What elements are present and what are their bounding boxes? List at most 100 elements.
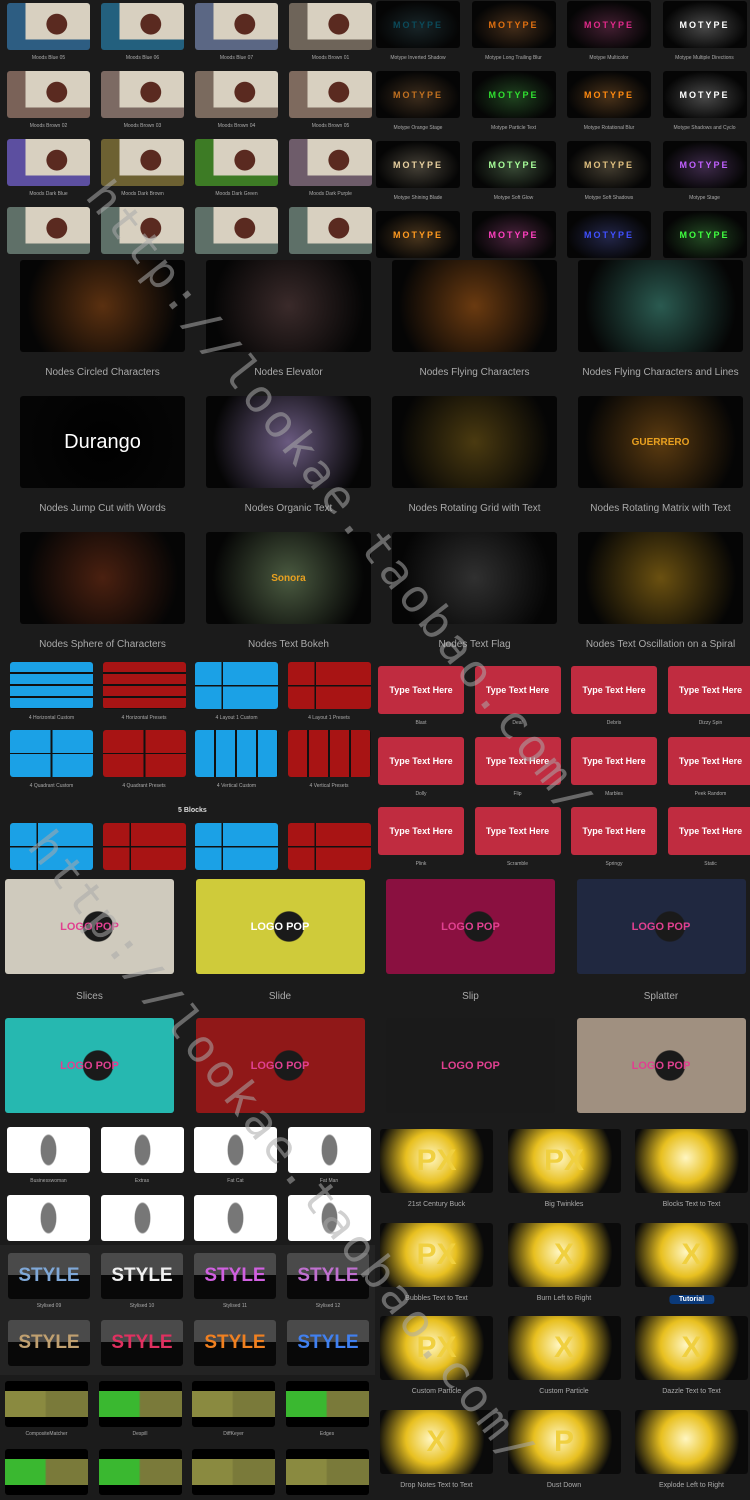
characters-item[interactable]: Businesswoman bbox=[7, 1127, 90, 1190]
logo-item[interactable]: LOGO POP Slices bbox=[5, 879, 174, 1003]
px-item[interactable]: X Drop Notes Text to Text bbox=[380, 1409, 493, 1494]
characters-item[interactable] bbox=[287, 1195, 371, 1245]
moods-item[interactable] bbox=[195, 207, 278, 258]
moods-item[interactable]: Moods Brown 05 bbox=[289, 71, 372, 135]
nodes-item[interactable]: Nodes Text Oscillation on a Spiral bbox=[578, 532, 743, 651]
typetext-item[interactable]: Type Text Here Marbles bbox=[571, 736, 657, 803]
style-item[interactable]: STYLE Stylised 11 bbox=[194, 1253, 276, 1315]
motype-item[interactable]: MOTYPE Motype Long Trailing Blur bbox=[471, 1, 556, 67]
typetext-item[interactable]: Type Text Here Flip bbox=[474, 736, 561, 803]
motype-item[interactable]: MOTYPE Motype Inverted Shadow bbox=[376, 1, 460, 67]
nodes-item[interactable]: Nodes Flying Characters and Lines bbox=[578, 260, 743, 379]
moods-item[interactable]: Moods Blue 05 bbox=[7, 3, 90, 67]
px-item[interactable]: X Tutorial bbox=[635, 1222, 748, 1307]
characters-item[interactable] bbox=[100, 1195, 184, 1245]
style-item[interactable]: STYLE bbox=[287, 1320, 369, 1375]
blocks-item[interactable]: 4 Layout 1 Presets bbox=[287, 662, 371, 727]
typetext-item[interactable]: Type Text Here Deal bbox=[474, 666, 561, 732]
logo-item[interactable]: LOGO POP Slide bbox=[195, 879, 365, 1003]
typetext-item[interactable]: Type Text Here Blast bbox=[378, 666, 464, 732]
px-item[interactable]: X Custom Particle bbox=[507, 1316, 621, 1400]
nodes-item[interactable]: Nodes Elevator bbox=[206, 260, 371, 379]
px-item[interactable]: X Dazzle Text to Text bbox=[635, 1316, 748, 1400]
typetext-item[interactable]: Type Text Here Springy bbox=[571, 807, 657, 873]
motype-item[interactable]: MOTYPE Motype Multicolor bbox=[567, 1, 651, 67]
keyers-item[interactable]: Despill bbox=[98, 1381, 182, 1443]
motype-item[interactable]: MOTYPE bbox=[471, 211, 556, 258]
nodes-item[interactable]: Nodes Text Flag bbox=[392, 532, 557, 651]
keyers-item[interactable]: Edges bbox=[285, 1381, 369, 1443]
px-item[interactable]: PX Custom Particle bbox=[380, 1316, 493, 1400]
tutorial-button[interactable]: Tutorial bbox=[668, 1294, 715, 1304]
motype-item[interactable]: MOTYPE bbox=[662, 211, 747, 258]
motype-item[interactable]: MOTYPE Motype Rotational Blur bbox=[567, 71, 651, 137]
moods-item[interactable]: Moods Blue 07 bbox=[195, 3, 278, 67]
logo-item[interactable]: LOGO POP Splatter bbox=[576, 879, 746, 1003]
typetext-item[interactable]: Type Text Here Dizzy Spin bbox=[667, 666, 750, 732]
motype-item[interactable]: MOTYPE Motype Orange Stage bbox=[376, 71, 460, 137]
typetext-item[interactable]: Type Text Here Plink bbox=[378, 807, 464, 873]
logo-item[interactable]: LOGO POP bbox=[386, 1018, 555, 1115]
style-item[interactable]: STYLE bbox=[101, 1320, 183, 1375]
keyers-item[interactable] bbox=[192, 1449, 275, 1500]
motype-item[interactable]: MOTYPE bbox=[376, 211, 460, 258]
moods-item[interactable]: Moods Brown 03 bbox=[101, 71, 184, 135]
blocks-item[interactable] bbox=[10, 823, 93, 873]
characters-item[interactable]: Fat Cat bbox=[194, 1127, 277, 1190]
typetext-item[interactable]: Type Text Here Peek Random bbox=[667, 736, 750, 803]
keyers-item[interactable] bbox=[5, 1449, 88, 1500]
blocks-item[interactable]: 4 Horizontal Custom bbox=[10, 662, 93, 727]
characters-item[interactable] bbox=[7, 1195, 90, 1245]
blocks-item[interactable] bbox=[102, 823, 186, 873]
blocks-item[interactable]: 4 Layout 1 Custom bbox=[195, 662, 278, 727]
characters-item[interactable]: Extras bbox=[100, 1127, 184, 1190]
characters-item[interactable]: Fat Man bbox=[287, 1127, 371, 1190]
nodes-item[interactable]: GUERRERO Nodes Rotating Matrix with Text bbox=[578, 396, 743, 515]
moods-item[interactable]: Moods Brown 01 bbox=[289, 3, 372, 67]
nodes-item[interactable]: Nodes Rotating Grid with Text bbox=[392, 396, 557, 515]
blocks-item[interactable] bbox=[195, 823, 278, 873]
moods-item[interactable] bbox=[289, 207, 372, 258]
motype-item[interactable]: MOTYPE Motype Shining Blade bbox=[376, 141, 460, 207]
moods-item[interactable]: Moods Dark Brown bbox=[101, 139, 184, 203]
px-item[interactable]: Explode Left to Right bbox=[635, 1409, 748, 1494]
blocks-item[interactable]: 4 Vertical Presets bbox=[287, 730, 371, 795]
moods-item[interactable]: Moods Dark Purple bbox=[289, 139, 372, 203]
logo-item[interactable]: LOGO POP Slip bbox=[386, 879, 555, 1003]
keyers-item[interactable]: CompositeMatcher bbox=[5, 1381, 88, 1443]
px-item[interactable]: PX Big Twinkles bbox=[507, 1129, 621, 1213]
nodes-item[interactable]: Durango Nodes Jump Cut with Words bbox=[20, 396, 185, 515]
keyers-item[interactable]: DiffKeyer bbox=[192, 1381, 275, 1443]
px-item[interactable]: PX Bubbles Text to Text bbox=[380, 1222, 493, 1307]
blocks-item[interactable] bbox=[287, 823, 371, 873]
typetext-item[interactable]: Type Text Here Scramble bbox=[474, 807, 561, 873]
motype-item[interactable]: MOTYPE Motype Multiple Directions bbox=[662, 1, 747, 67]
px-item[interactable]: Blocks Text to Text bbox=[635, 1129, 748, 1213]
motype-item[interactable]: MOTYPE Motype Shadows and Cyclo bbox=[662, 71, 747, 137]
motype-item[interactable]: MOTYPE Motype Particle Text bbox=[471, 71, 556, 137]
nodes-item[interactable]: Sonora Nodes Text Bokeh bbox=[206, 532, 371, 651]
blocks-item[interactable]: 4 Vertical Custom bbox=[195, 730, 278, 795]
px-item[interactable]: PX 21st Century Buck bbox=[380, 1129, 493, 1213]
nodes-item[interactable]: Nodes Organic Text bbox=[206, 396, 371, 515]
motype-item[interactable]: MOTYPE Motype Soft Glow bbox=[471, 141, 556, 207]
px-item[interactable]: X Burn Left to Right bbox=[507, 1222, 621, 1307]
blocks-item[interactable]: 4 Quadrant Custom bbox=[10, 730, 93, 795]
motype-item[interactable]: MOTYPE bbox=[567, 211, 651, 258]
motype-item[interactable]: MOTYPE Motype Soft Shadows bbox=[567, 141, 651, 207]
px-item[interactable]: P Dust Down bbox=[507, 1409, 621, 1494]
typetext-item[interactable]: Type Text Here Static bbox=[667, 807, 750, 873]
logo-item[interactable]: LOGO POP bbox=[5, 1018, 174, 1115]
typetext-item[interactable]: Type Text Here Dolly bbox=[378, 736, 464, 803]
keyers-item[interactable] bbox=[98, 1449, 182, 1500]
blocks-item[interactable]: 4 Horizontal Presets bbox=[102, 662, 186, 727]
logo-item[interactable]: LOGO POP bbox=[195, 1018, 365, 1115]
style-item[interactable]: STYLE bbox=[8, 1320, 90, 1375]
nodes-item[interactable]: Nodes Circled Characters bbox=[20, 260, 185, 379]
typetext-item[interactable]: Type Text Here Debris bbox=[571, 666, 657, 732]
moods-item[interactable]: Moods Brown 02 bbox=[7, 71, 90, 135]
blocks-item[interactable]: 4 Quadrant Presets bbox=[102, 730, 186, 795]
logo-item[interactable]: LOGO POP bbox=[576, 1018, 746, 1115]
style-item[interactable]: STYLE Stylised 09 bbox=[8, 1253, 90, 1315]
characters-item[interactable] bbox=[194, 1195, 277, 1245]
